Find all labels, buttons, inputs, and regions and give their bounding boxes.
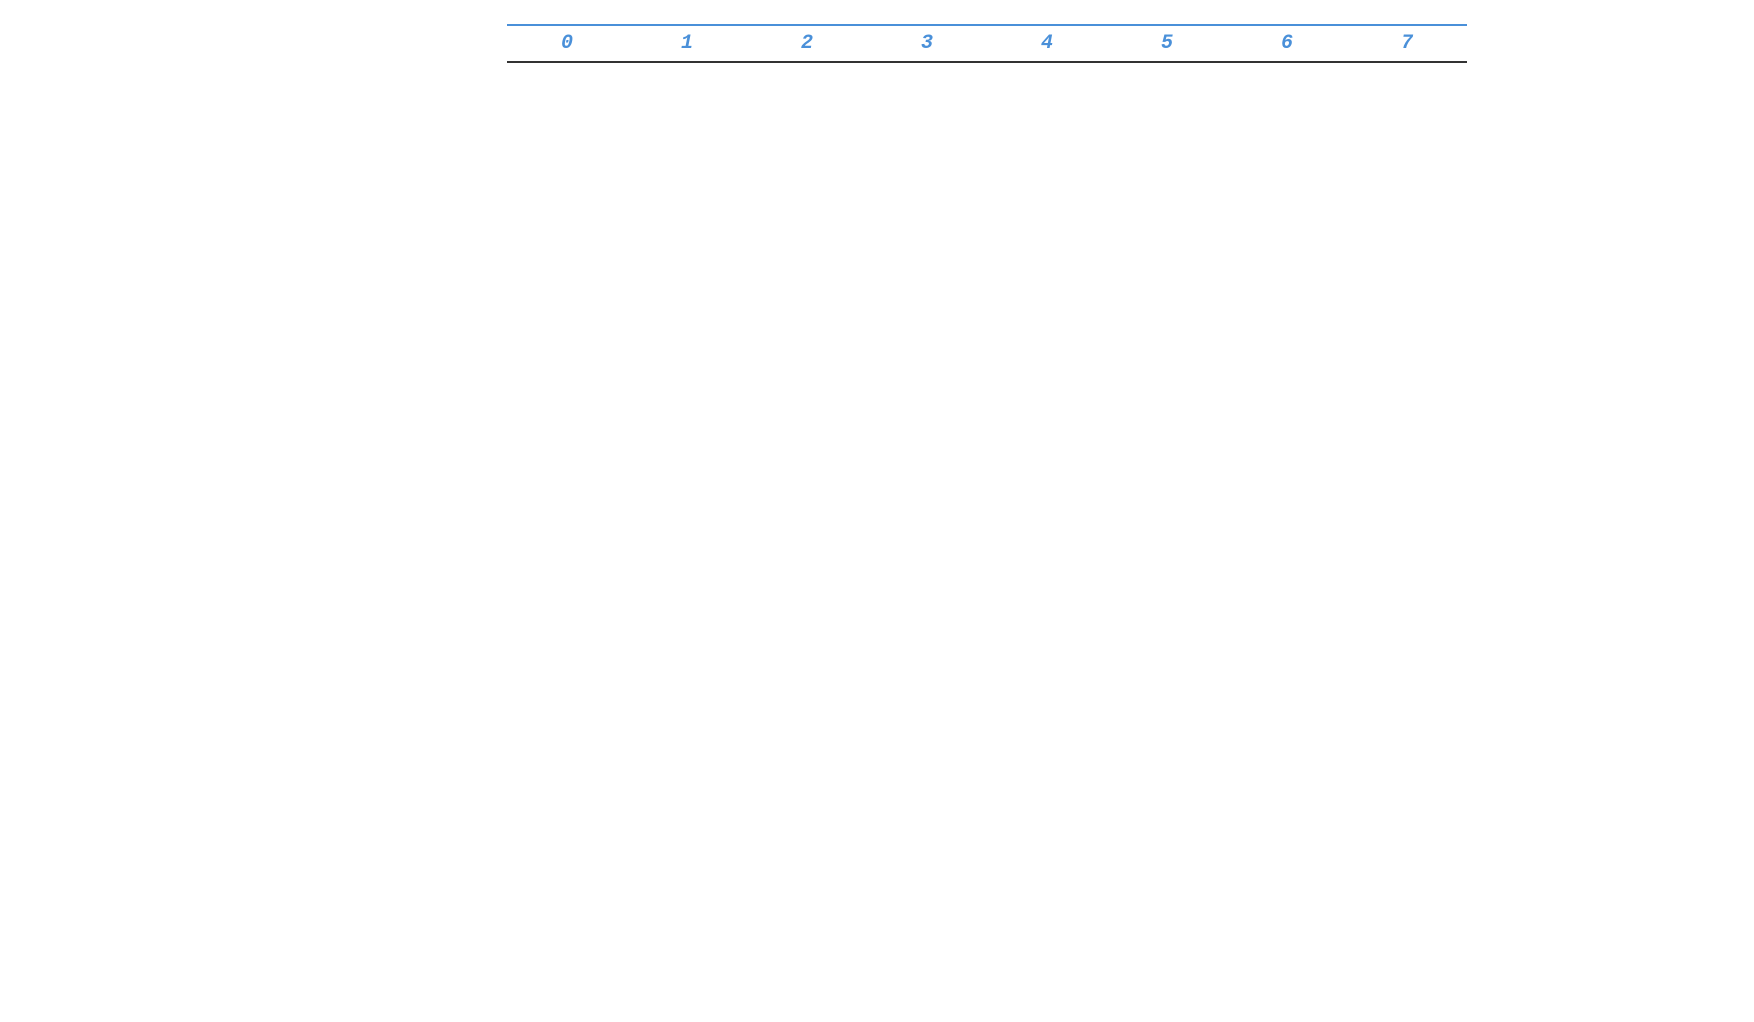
array-index-5: 5 xyxy=(1107,32,1227,55)
array-index-1: 1 xyxy=(627,32,747,55)
array-values-initial xyxy=(507,71,1467,123)
array-index-3: 3 xyxy=(867,32,987,55)
call-stack xyxy=(27,71,507,123)
array-header: 01234567 xyxy=(507,20,1727,63)
table-area xyxy=(27,71,1727,123)
array-index-4: 4 xyxy=(987,32,1107,55)
array-index-2: 2 xyxy=(747,32,867,55)
array-index-6: 6 xyxy=(1227,32,1347,55)
initial-label-row xyxy=(27,71,507,123)
main-container: 01234567 xyxy=(27,20,1727,123)
initial-values-row xyxy=(507,71,1467,123)
array-indices-row: 01234567 xyxy=(507,26,1467,63)
array-index-7: 7 xyxy=(1347,32,1467,55)
array-index-0: 0 xyxy=(507,32,627,55)
